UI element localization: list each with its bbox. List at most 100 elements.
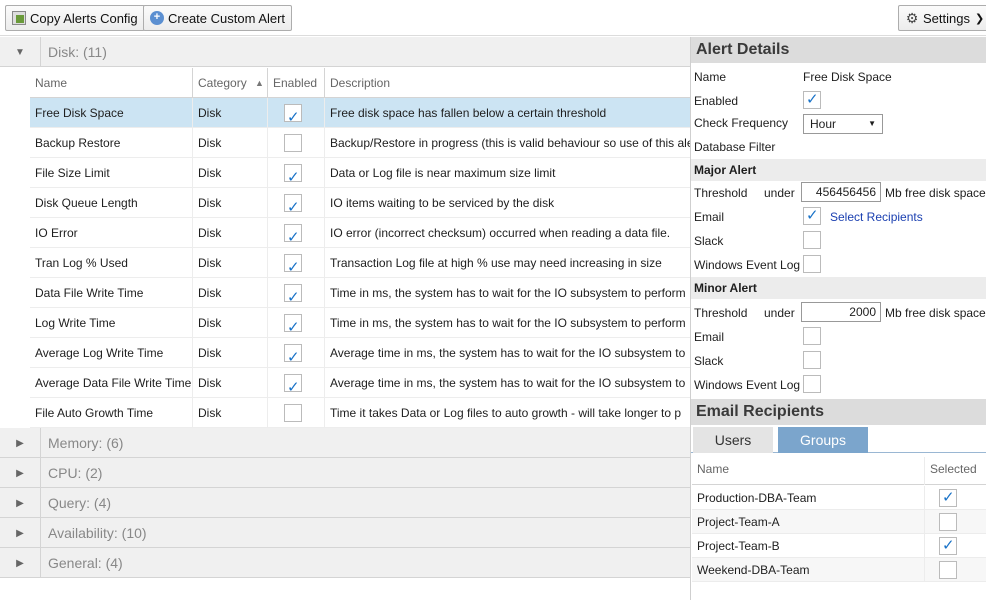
table-row[interactable]: Data File Write TimeDisk Time in ms, the … bbox=[30, 278, 690, 308]
group-query[interactable]: ▶ Query: (4) bbox=[0, 488, 690, 518]
major-under-label: under bbox=[764, 186, 795, 200]
alert-name: Disk Queue Length bbox=[30, 188, 193, 218]
alert-enabled-checkbox[interactable] bbox=[284, 373, 302, 398]
column-header-category[interactable]: Category ▲ bbox=[193, 68, 268, 98]
minor-unit-label: Mb free disk space bbox=[885, 306, 986, 320]
major-threshold-input[interactable]: 456456456 bbox=[801, 182, 881, 202]
group-label: Query: (4) bbox=[48, 495, 112, 511]
minor-email-label: Email bbox=[694, 330, 725, 344]
recipient-row[interactable]: Project-Team-B bbox=[692, 534, 986, 558]
expand-toggle-icon[interactable]: ▶ bbox=[0, 458, 41, 488]
alert-category: Disk bbox=[193, 368, 268, 398]
copy-alerts-config-button[interactable]: Copy Alerts Config bbox=[5, 5, 145, 31]
gear-icon: ⚙ bbox=[905, 10, 919, 26]
create-custom-alert-button[interactable]: + Create Custom Alert bbox=[143, 5, 293, 31]
check-frequency-select[interactable]: Hour ▼ bbox=[803, 114, 883, 134]
alert-category: Disk bbox=[193, 98, 268, 128]
group-disk[interactable]: ▼ Disk: (11) bbox=[0, 37, 690, 67]
table-row[interactable]: IO ErrorDisk IO error (incorrect checksum… bbox=[30, 218, 690, 248]
toolbar: Copy Alerts Config + Create Custom Alert… bbox=[0, 0, 986, 36]
alert-enabled-checkbox[interactable] bbox=[284, 313, 302, 338]
minor-threshold-input[interactable]: 2000 bbox=[801, 302, 881, 322]
group-label: CPU: (2) bbox=[48, 465, 103, 481]
recipient-selected-checkbox[interactable] bbox=[939, 488, 957, 507]
alert-enabled-checkbox[interactable] bbox=[284, 223, 302, 248]
alert-name: Average Log Write Time bbox=[30, 338, 193, 368]
table-row[interactable]: File Size LimitDisk Data or Log file is n… bbox=[30, 158, 690, 188]
grid-header: Name Category ▲ Enabled Description bbox=[30, 68, 690, 98]
alert-enabled-checkbox[interactable] bbox=[284, 343, 302, 368]
column-header-description[interactable]: Description bbox=[325, 68, 690, 98]
copy-icon bbox=[12, 11, 26, 25]
alert-enabled-cell bbox=[268, 218, 325, 248]
table-row[interactable]: Disk Queue LengthDisk IO items waiting to… bbox=[30, 188, 690, 218]
table-row[interactable]: Average Data File Write TimeDisk Average … bbox=[30, 368, 690, 398]
alert-name: Backup Restore bbox=[30, 128, 193, 158]
alert-enabled-checkbox[interactable] bbox=[284, 163, 302, 188]
alert-enabled-cell bbox=[268, 128, 325, 158]
tab-groups[interactable]: Groups bbox=[778, 427, 868, 453]
recipient-row[interactable]: Weekend-DBA-Team bbox=[692, 558, 986, 582]
expand-toggle-icon[interactable]: ▶ bbox=[0, 428, 41, 458]
major-email-checkbox[interactable] bbox=[803, 206, 821, 225]
alert-enabled-cell bbox=[268, 338, 325, 368]
tab-users[interactable]: Users bbox=[693, 427, 773, 453]
check-frequency-label: Check Frequency bbox=[694, 116, 789, 130]
enabled-checkbox[interactable] bbox=[803, 90, 821, 109]
alert-description: IO items waiting to be serviced by the d… bbox=[330, 196, 555, 210]
expand-toggle-icon[interactable]: ▶ bbox=[0, 548, 41, 578]
alert-category: Disk bbox=[193, 248, 268, 278]
recipient-selected-checkbox[interactable] bbox=[939, 536, 957, 555]
major-event-log-checkbox[interactable] bbox=[803, 255, 821, 273]
alert-enabled-checkbox[interactable] bbox=[284, 103, 302, 128]
recipient-selected-checkbox[interactable] bbox=[939, 513, 957, 531]
alert-enabled-checkbox[interactable] bbox=[284, 193, 302, 218]
recipient-row[interactable]: Production-DBA-Team bbox=[692, 486, 986, 510]
minor-event-log-checkbox[interactable] bbox=[803, 375, 821, 393]
alert-enabled-checkbox[interactable] bbox=[284, 404, 302, 422]
table-row[interactable]: Backup Restore Disk Backup/Restore in prog… bbox=[30, 128, 690, 158]
recipients-col-selected[interactable]: Selected bbox=[924, 457, 986, 485]
alert-category: Disk bbox=[193, 338, 268, 368]
alert-enabled-checkbox[interactable] bbox=[284, 253, 302, 278]
recipients-col-name[interactable]: Name bbox=[697, 457, 729, 481]
table-row[interactable]: Average Log Write TimeDisk Average time i… bbox=[30, 338, 690, 368]
table-row[interactable]: File Auto Growth Time Disk Time it takes D… bbox=[30, 398, 690, 428]
recipient-selected-checkbox[interactable] bbox=[939, 561, 957, 579]
minor-under-label: under bbox=[764, 306, 795, 320]
group-availability[interactable]: ▶ Availability: (10) bbox=[0, 518, 690, 548]
alert-enabled-checkbox[interactable] bbox=[284, 283, 302, 308]
major-email-label: Email bbox=[694, 210, 725, 224]
alert-name: Data File Write Time bbox=[30, 278, 193, 308]
copy-label: Copy Alerts Config bbox=[30, 10, 138, 26]
major-slack-checkbox[interactable] bbox=[803, 231, 821, 249]
group-cpu[interactable]: ▶ CPU: (2) bbox=[0, 458, 690, 488]
recipient-row[interactable]: Project-Team-A bbox=[692, 510, 986, 534]
minor-slack-checkbox[interactable] bbox=[803, 351, 821, 369]
table-row[interactable]: Log Write TimeDisk Time in ms, the system… bbox=[30, 308, 690, 338]
table-row[interactable]: Free Disk SpaceDisk Free disk space has f… bbox=[30, 98, 690, 128]
settings-button[interactable]: ⚙ Settings ❯ bbox=[898, 5, 986, 31]
alert-enabled-checkbox[interactable] bbox=[284, 134, 302, 152]
collapse-toggle-icon[interactable]: ▼ bbox=[0, 37, 41, 67]
group-label: Availability: (10) bbox=[48, 525, 147, 541]
table-row[interactable]: Tran Log % UsedDisk Transaction Log file … bbox=[30, 248, 690, 278]
group-memory[interactable]: ▶ Memory: (6) bbox=[0, 428, 690, 458]
minor-email-checkbox[interactable] bbox=[803, 327, 821, 345]
expand-toggle-icon[interactable]: ▶ bbox=[0, 518, 41, 548]
minor-threshold-label: Threshold bbox=[694, 306, 748, 320]
select-recipients-link[interactable]: Select Recipients bbox=[830, 210, 923, 224]
alert-name: File Size Limit bbox=[30, 158, 193, 188]
expand-toggle-icon[interactable]: ▶ bbox=[0, 488, 41, 518]
recipient-selected-cell bbox=[924, 486, 986, 510]
alert-description: IO error (incorrect checksum) occurred w… bbox=[330, 226, 671, 240]
column-header-enabled[interactable]: Enabled bbox=[268, 68, 325, 98]
alert-enabled-cell bbox=[268, 278, 325, 308]
alert-description: Free disk space has fallen below a certa… bbox=[330, 106, 607, 120]
column-header-name[interactable]: Name bbox=[30, 68, 193, 98]
plus-icon: + bbox=[150, 11, 164, 25]
alert-category: Disk bbox=[193, 128, 268, 158]
group-general[interactable]: ▶ General: (4) bbox=[0, 548, 690, 578]
alert-description: Time in ms, the system has to wait for t… bbox=[330, 316, 686, 330]
alert-name: IO Error bbox=[30, 218, 193, 248]
